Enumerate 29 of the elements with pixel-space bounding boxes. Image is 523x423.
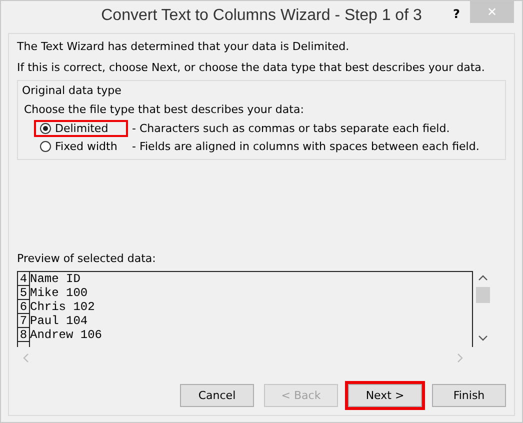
scroll-right-icon[interactable] <box>457 353 463 363</box>
preview-line: Andrew 106 <box>30 328 102 342</box>
option-description: - Fields are aligned in columns with spaces between each field. <box>132 140 480 152</box>
dialog-button[interactable]: Next > <box>348 384 422 407</box>
preview-line: Paul 104 <box>30 314 88 328</box>
intro-text: If this is correct, choose Next, or choose the data type that best describes your data. <box>17 61 486 74</box>
radio-option[interactable]: Delimited <box>34 120 128 136</box>
row-number: 5 <box>18 286 30 300</box>
row-number: 8 <box>18 328 30 342</box>
scroll-down-icon[interactable] <box>478 335 488 341</box>
dialog-button[interactable]: Finish <box>432 384 506 407</box>
row-number: 6 <box>18 300 30 314</box>
scroll-up-icon[interactable] <box>478 275 488 281</box>
option-description: - Characters such as commas or tabs separate each field. <box>132 122 450 134</box>
row-number: 4 <box>18 272 30 286</box>
window-title: Convert Text to Columns Wizard - Step 1 of 3 <box>101 7 422 25</box>
preview-label: Preview of selected data: <box>17 252 157 265</box>
preview-line: Chris 102 <box>30 300 95 314</box>
scrollbar-thumb[interactable] <box>476 287 490 303</box>
scroll-left-icon[interactable] <box>23 353 29 363</box>
help-button[interactable]: ? <box>453 7 460 21</box>
preview-line: Name ID <box>30 272 80 286</box>
row-number: 7 <box>18 314 30 328</box>
intro-text: The Text Wizard has determined that your data is Delimited. <box>17 40 350 53</box>
prompt-text: Choose the file type that best describes your data: <box>24 103 305 116</box>
radio-option[interactable]: Fixed width <box>34 138 128 154</box>
preview-line: Mike 100 <box>30 286 88 300</box>
dialog-button[interactable]: Cancel <box>180 384 254 407</box>
group-legend: Original data type <box>22 84 499 97</box>
